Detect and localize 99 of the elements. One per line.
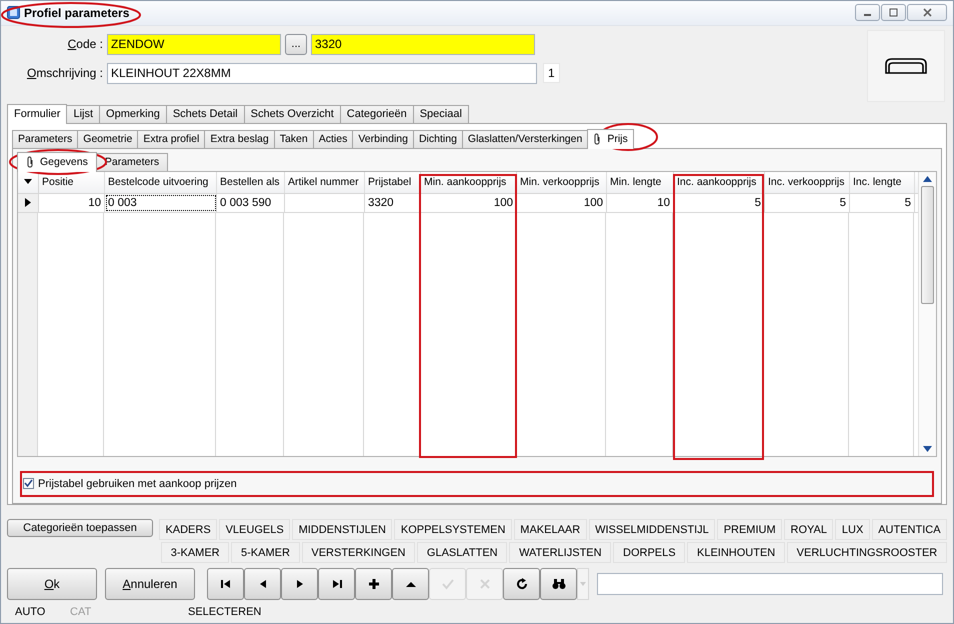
category-button[interactable]: GLASLATTEN [417, 542, 508, 564]
tab[interactable]: Taken [274, 130, 314, 148]
code-number-field[interactable]: 3320 [311, 34, 535, 55]
category-button[interactable]: KOPPELSYSTEMEN [394, 519, 512, 540]
code-label: Code : [66, 37, 103, 52]
category-button[interactable]: KLEINHOUTEN [687, 542, 785, 564]
add-button[interactable] [355, 568, 392, 600]
minimize-button[interactable] [855, 4, 880, 22]
category-button[interactable]: DORPELS [613, 542, 686, 564]
checkbox[interactable] [23, 478, 34, 490]
table-cell: 100 [517, 194, 607, 212]
confirm-icon [440, 578, 454, 590]
column-header[interactable]: Min. lengte [607, 172, 674, 193]
category-button[interactable]: LUX [835, 519, 870, 540]
tab[interactable]: Glaslatten/Versterkingen [462, 130, 588, 148]
category-button[interactable]: VERLUCHTINGSROOSTER [786, 542, 947, 564]
maximize-icon [889, 8, 898, 18]
category-button[interactable]: 5-KAMER [231, 542, 300, 564]
column-header[interactable]: Min. verkoopprijs [517, 172, 607, 193]
category-button[interactable]: MIDDENSTIJLEN [292, 519, 392, 540]
column-header[interactable]: Inc. aankoopprijs [674, 172, 765, 193]
up-button[interactable] [392, 568, 429, 600]
scroll-down-icon[interactable] [923, 446, 932, 452]
scrollbar[interactable] [918, 172, 936, 456]
category-button[interactable]: AUTENTICA [872, 519, 947, 540]
tab[interactable]: Gegevens [17, 152, 97, 172]
column-header[interactable]: Inc. verkoopprijs [765, 172, 850, 193]
category-button[interactable]: 3-KAMER [161, 542, 230, 564]
first-button[interactable] [207, 568, 244, 600]
close-button[interactable] [907, 4, 947, 22]
tab[interactable]: Opmerking [99, 104, 167, 123]
browse-button[interactable]: ... [285, 34, 307, 55]
category-button[interactable]: VERSTERKINGEN [302, 542, 416, 564]
apply-categories-button[interactable]: Categorieën toepassen [7, 519, 153, 538]
refresh-button[interactable] [503, 568, 540, 600]
status-label: CAT [70, 606, 92, 618]
tab[interactable]: Verbinding [352, 130, 414, 148]
tab[interactable]: Acties [312, 130, 354, 148]
table-cell: 5 [674, 194, 765, 212]
column-header[interactable]: Prijstabel [365, 172, 421, 193]
column-header[interactable]: Bestelcode uitvoering [105, 172, 217, 193]
add-icon [366, 578, 380, 590]
tab[interactable]: Prijs [587, 128, 634, 149]
tab[interactable]: Formulier [7, 104, 68, 124]
tab[interactable]: Geometrie [77, 130, 138, 148]
table-cell: 10 [607, 194, 674, 212]
refresh-icon [514, 578, 528, 590]
code-field[interactable]: ZENDOW [107, 34, 281, 55]
table-cell: 5 [765, 194, 850, 212]
status-label: SELECTEREN [188, 606, 262, 618]
first-icon [218, 578, 232, 590]
tab[interactable]: Dichting [412, 130, 463, 148]
profile-shape-icon [883, 56, 929, 75]
category-button[interactable]: PREMIUM [717, 519, 782, 540]
category-button[interactable]: WISSELMIDDENSTIJL [588, 519, 716, 540]
find-icon [552, 578, 566, 590]
table-cell: 5 [850, 194, 915, 212]
close-icon [922, 8, 932, 18]
category-button[interactable]: VLEUGELS [219, 519, 290, 540]
cancel-icon [478, 578, 492, 590]
caret-icon [580, 582, 586, 586]
description-field[interactable]: KLEINHOUT 22X8MM [107, 62, 537, 84]
scroll-up-icon[interactable] [923, 176, 932, 182]
tab[interactable]: Lijst [66, 104, 100, 123]
description-label: Omschrijving : [26, 66, 103, 80]
table-cell: 0 003 590 [217, 194, 285, 212]
status-label: AUTO [15, 606, 46, 618]
tab[interactable]: Categorieën [340, 104, 414, 123]
maximize-button[interactable] [881, 4, 906, 22]
ok-button[interactable]: Ok [7, 568, 97, 600]
column-header[interactable]: Bestellen als [217, 172, 285, 193]
table-cell: 0 003 [105, 194, 217, 212]
tab[interactable]: Parameters [12, 130, 78, 148]
current-row-icon [25, 198, 31, 208]
window-title: Profiel parameters [24, 6, 130, 20]
table-cell: 3320 [365, 194, 421, 212]
count-label: 1 [543, 63, 560, 84]
search-field[interactable] [597, 573, 943, 596]
table-cell: 100 [421, 194, 517, 212]
check-icon [24, 479, 33, 488]
column-header[interactable]: Positie [39, 172, 105, 193]
find-button[interactable] [540, 568, 577, 600]
column-header[interactable]: Inc. lengte [850, 172, 915, 193]
checkbox-label: Prijstabel gebruiken met aankoop prijzen [38, 478, 237, 490]
dropdown-arrow-icon[interactable] [24, 179, 32, 186]
tab[interactable]: Extra beslag [204, 130, 275, 148]
last-button[interactable] [318, 568, 355, 600]
tab[interactable]: Speciaal [412, 104, 469, 123]
cancel-button[interactable]: Annuleren [105, 568, 195, 600]
category-button[interactable]: ROYAL [784, 519, 834, 540]
tab[interactable]: Schets Overzicht [244, 104, 341, 123]
category-button[interactable]: KADERS [159, 519, 218, 540]
category-button[interactable]: MAKELAAR [514, 519, 587, 540]
tab[interactable]: Extra profiel [137, 130, 206, 148]
table-cell: 10 [39, 194, 105, 212]
tab[interactable]: Schets Detail [166, 104, 245, 123]
column-header[interactable]: Artikel nummer [285, 172, 365, 193]
column-header[interactable]: Min. aankoopprijs [421, 172, 517, 193]
category-button[interactable]: WATERLIJSTEN [509, 542, 612, 564]
